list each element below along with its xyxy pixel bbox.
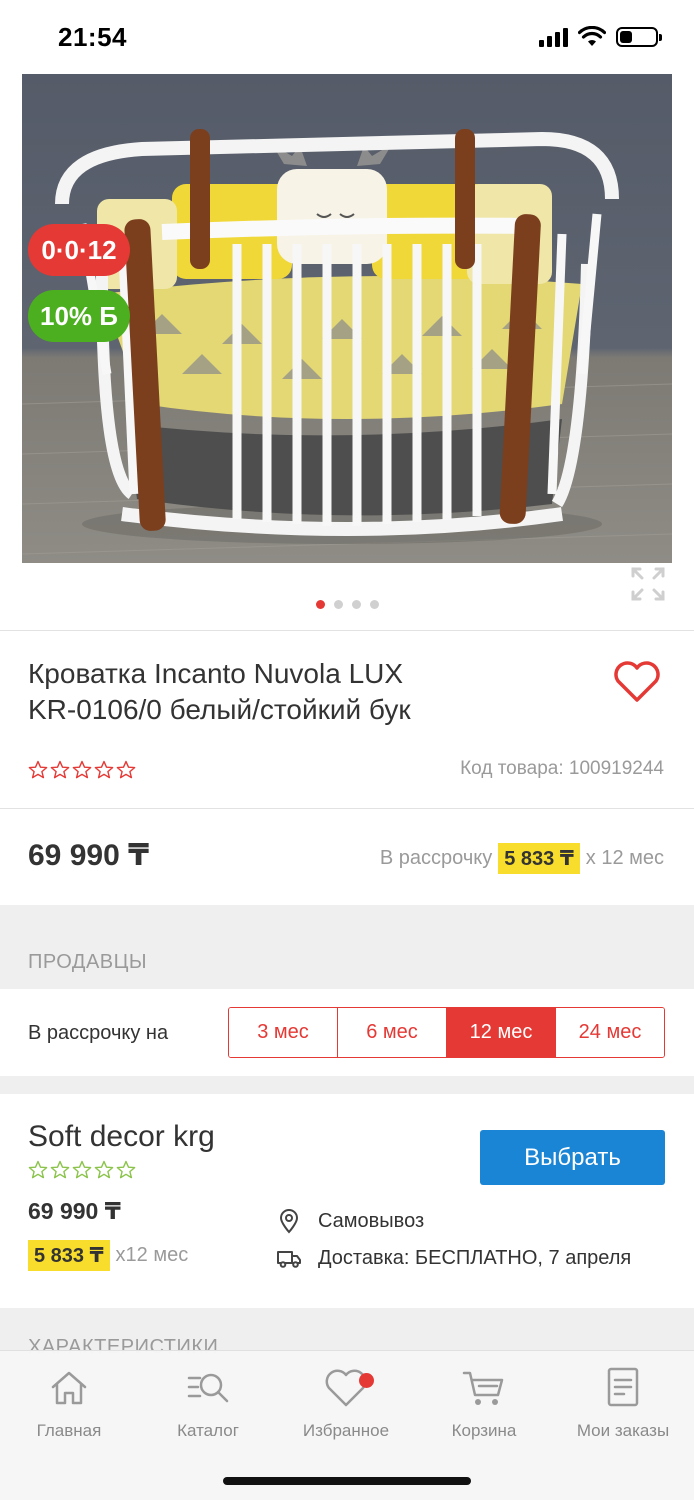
catalog-search-icon (187, 1373, 229, 1403)
star-icon (94, 1160, 114, 1179)
status-icons (539, 26, 662, 48)
divider (0, 630, 694, 631)
product-rating-stars (28, 760, 136, 780)
installment-prefix: В рассрочку (379, 847, 493, 869)
pickup-row: Самовывоз (276, 1208, 424, 1234)
nav-label: Мои заказы (576, 1421, 670, 1440)
battery-icon (616, 27, 662, 47)
nav-label: Избранное (302, 1421, 390, 1440)
pickup-label: Самовывоз (318, 1209, 425, 1232)
cart-icon (462, 1371, 504, 1405)
installment-suffix: х 12 мес (585, 847, 664, 869)
product-image[interactable]: 0·0·12 10% Б (22, 74, 672, 563)
product-title-line-2: KR-0106/0 белый/стойкий бук (28, 694, 411, 725)
location-pin-icon (279, 1209, 299, 1234)
product-title: Кроватка Incanto Nuvola LUX KR-0106/0 бе… (28, 656, 548, 728)
nav-orders[interactable]: Мои заказы (558, 1365, 688, 1441)
star-icon (28, 760, 48, 779)
installment-term-label: В рассрочку на (28, 1022, 169, 1044)
nav-favorites[interactable]: Избранное (281, 1365, 411, 1441)
nav-label: Главная (36, 1421, 102, 1440)
divider (0, 808, 694, 809)
seller-price: 69 990 ₸ (28, 1198, 121, 1224)
seller-installment-amount: 5 833 ₸ (28, 1240, 110, 1271)
seller-name[interactable]: Soft decor krg (28, 1120, 215, 1154)
installment-term-option[interactable]: 12 мес (447, 1008, 556, 1057)
seller-installment: 5 833 ₸ x12 мес (28, 1240, 188, 1271)
gallery-dot[interactable] (369, 600, 379, 609)
delivery-label: Доставка: БЕСПЛАТНО, 7 апреля (318, 1246, 632, 1269)
seller-rating-stars (28, 1160, 136, 1180)
star-icon (116, 760, 136, 779)
nav-label: Корзина (451, 1421, 517, 1440)
product-code: Код товара: 100919244 (460, 758, 664, 779)
home-icon (51, 1371, 87, 1405)
installment-term-option[interactable]: 24 мес (556, 1008, 664, 1057)
bonus-badge: 10% Б (28, 290, 130, 342)
status-bar: 21:54 (0, 0, 694, 74)
delivery-truck-icon (277, 1251, 301, 1268)
installment-term-selector[interactable]: 3 мес 6 мес 12 мес 24 мес (228, 1007, 665, 1058)
orders-icon (607, 1367, 639, 1407)
seller-installment-suffix: x12 мес (115, 1244, 189, 1266)
battery-level (620, 31, 632, 43)
heart-icon (325, 1369, 367, 1407)
installment-amount: 5 833 ₸ (498, 843, 580, 874)
installment-term-option[interactable]: 6 мес (338, 1008, 447, 1057)
star-icon (72, 1160, 92, 1179)
sellers-section-band (0, 905, 694, 989)
nav-cart[interactable]: Корзина (419, 1365, 549, 1441)
gallery-dot[interactable] (333, 600, 343, 609)
sellers-heading: ПРОДАВЦЫ (28, 951, 148, 973)
product-title-line-1: Кроватка Incanto Nuvola LUX (28, 658, 404, 689)
section-separator (0, 1076, 694, 1094)
installment-info: В рассрочку 5 833 ₸ х 12 мес (380, 843, 664, 874)
star-icon (94, 760, 114, 779)
notification-dot (359, 1373, 374, 1388)
status-time: 21:54 (58, 22, 127, 52)
gallery-dot[interactable] (315, 600, 325, 609)
gallery-pagination[interactable] (0, 600, 694, 609)
star-icon (116, 1160, 136, 1179)
star-icon (50, 760, 70, 779)
installment-badge: 0·0·12 (28, 224, 130, 276)
select-seller-button[interactable]: Выбрать (480, 1130, 665, 1185)
nav-label: Каталог (177, 1421, 239, 1440)
star-icon (50, 1160, 70, 1179)
gallery-dot[interactable] (351, 600, 361, 609)
wifi-icon (578, 26, 606, 46)
product-price: 69 990 ₸ (28, 839, 149, 872)
cellular-signal-icon (539, 27, 568, 47)
star-icon (28, 1160, 48, 1179)
nav-catalog[interactable]: Каталог (143, 1365, 273, 1441)
fullscreen-icon[interactable] (630, 566, 666, 602)
installment-term-option[interactable]: 3 мес (229, 1008, 338, 1057)
favorite-heart-icon[interactable] (612, 660, 662, 704)
delivery-row: Доставка: БЕСПЛАТНО, 7 апреля (276, 1245, 631, 1271)
star-icon (72, 760, 92, 779)
nav-home[interactable]: Главная (4, 1365, 134, 1441)
home-indicator[interactable] (223, 1477, 471, 1485)
